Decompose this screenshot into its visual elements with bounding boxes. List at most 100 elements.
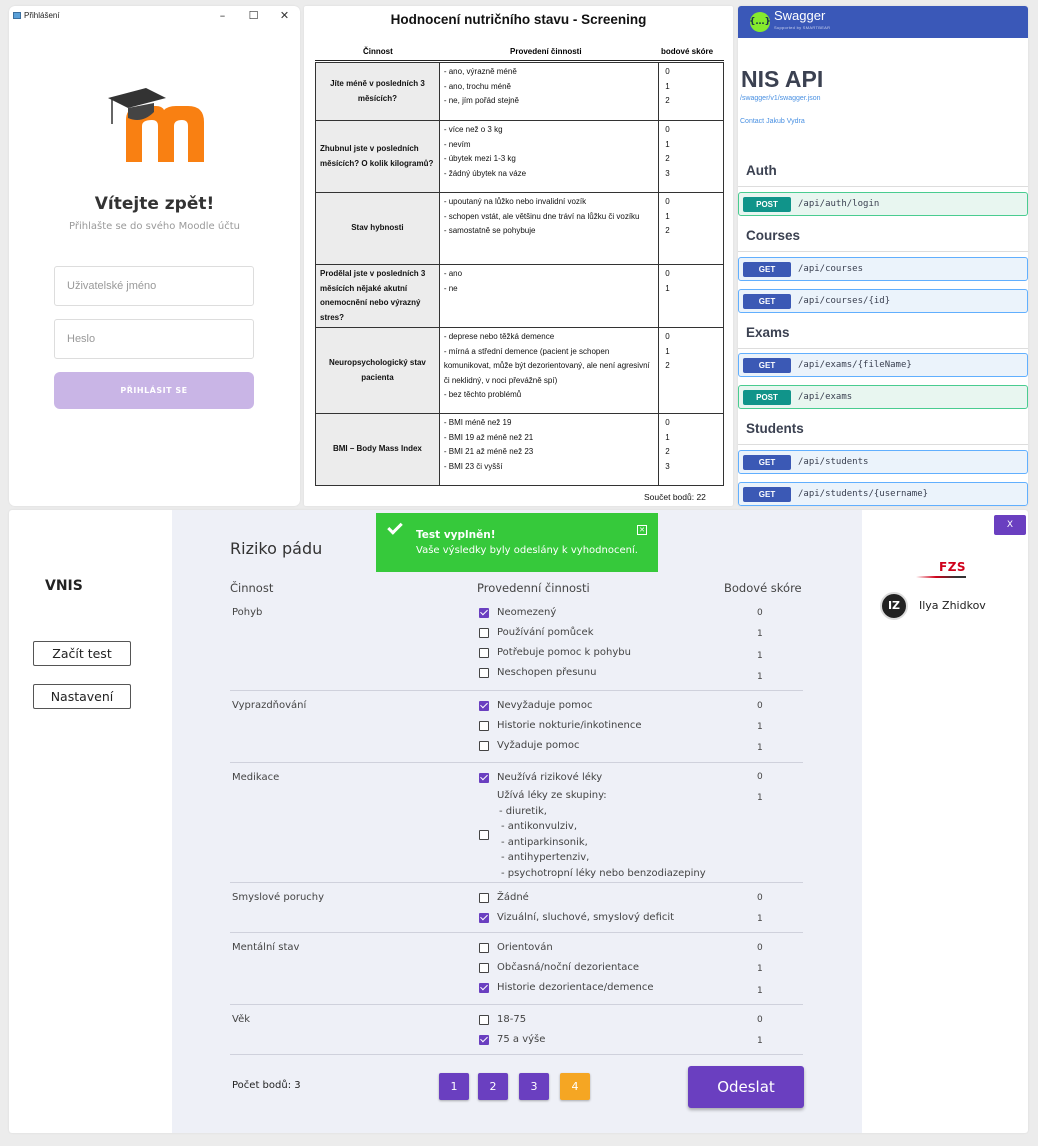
page-4-button[interactable]: 4 xyxy=(560,1073,590,1100)
endpoint-path: /api/courses/{id} xyxy=(798,296,891,306)
option-score: 1 xyxy=(757,651,763,661)
option-label: Neomezený xyxy=(497,607,557,618)
points-total: Počet bodů: 3 xyxy=(232,1080,301,1091)
login-subtitle: Přihlašte se do svého Moodle účtu xyxy=(69,221,240,232)
option-score: 0 xyxy=(757,943,763,953)
spec-link[interactable]: /swagger/v1/swagger.json xyxy=(740,95,821,102)
header-activity: Činnost xyxy=(363,47,393,56)
nutrition-scores: 0 1 2 3 xyxy=(658,120,724,193)
checkbox[interactable] xyxy=(479,942,489,953)
checkbox[interactable] xyxy=(479,772,489,783)
endpoint-row[interactable]: GET/api/students/{username} xyxy=(738,482,1028,506)
login-button[interactable]: PŘIHLÁSIT SE xyxy=(54,372,254,409)
maximize-button[interactable]: ☐ xyxy=(238,9,269,22)
checkbox[interactable] xyxy=(479,912,489,923)
nutrition-options: - deprese nebo těžká demence - mírná a st… xyxy=(438,327,660,414)
nutrition-row: Prodělal jste v posledních 3 měsících ně… xyxy=(315,264,724,328)
checkbox[interactable] xyxy=(479,982,489,993)
checkbox[interactable] xyxy=(479,962,489,973)
page-2-button[interactable]: 2 xyxy=(478,1073,508,1100)
start-test-button[interactable]: Začít test xyxy=(33,641,131,666)
checkbox[interactable] xyxy=(479,647,489,658)
option-row[interactable]: Nevyžaduje pomoc xyxy=(479,700,592,711)
nutrition-option: - ano xyxy=(443,269,463,278)
medication-group-item: - antikonvulziv, xyxy=(501,821,578,832)
nutrition-score: 2 xyxy=(665,447,670,456)
option-row[interactable]: Historie dezorientace/demence xyxy=(479,982,653,993)
option-row[interactable]: Vizuální, sluchové, smyslový deficit xyxy=(479,912,674,923)
page-3-button[interactable]: 3 xyxy=(519,1073,549,1100)
option-label: Orientován xyxy=(497,942,553,953)
nutrition-activity: Prodělal jste v posledních 3 měsících ně… xyxy=(315,264,440,328)
checkbox[interactable] xyxy=(479,667,489,678)
checkbox[interactable] xyxy=(479,740,489,751)
window-titlebar: Přihlášení – ☐ ✕ xyxy=(9,6,300,24)
settings-button[interactable]: Nastavení xyxy=(33,684,131,709)
page-1-button[interactable]: 1 xyxy=(439,1073,469,1100)
option-row[interactable]: Orientován xyxy=(479,942,553,953)
row-divider xyxy=(230,1004,803,1005)
option-row[interactable]: Potřebuje pomoc k pohybu xyxy=(479,647,631,658)
endpoint-row[interactable]: GET/api/courses xyxy=(738,257,1028,281)
endpoint-row[interactable]: POST/api/exams xyxy=(738,385,1028,409)
option-label: 18-75 xyxy=(497,1014,527,1025)
password-input[interactable]: Heslo xyxy=(54,319,254,359)
category-smysl: Smyslové poruchy xyxy=(232,892,325,903)
checkbox[interactable] xyxy=(479,830,489,840)
nutrition-scores: 01 xyxy=(658,264,724,328)
toast-close-icon[interactable]: ✕ xyxy=(637,525,647,535)
nutrition-table: Jíte méně v posledních 3 měsících? - ano,… xyxy=(315,62,724,486)
option-row[interactable]: 75 a výše xyxy=(479,1034,545,1045)
option-row[interactable]: Žádné xyxy=(479,892,529,903)
option-score: 1 xyxy=(757,914,763,924)
section-exams[interactable]: Exams xyxy=(746,325,790,340)
checkbox[interactable] xyxy=(479,700,489,711)
option-row[interactable]: Historie nokturie/inkotinence xyxy=(479,720,642,731)
option-row[interactable] xyxy=(479,830,497,840)
checkbox[interactable] xyxy=(479,720,489,731)
checkbox[interactable] xyxy=(479,1014,489,1025)
option-row[interactable]: Vyžaduje pomoc xyxy=(479,740,580,751)
nutrition-score: 0 xyxy=(665,67,670,76)
nutrition-activity: Neuropsychologický stav pacienta xyxy=(315,327,440,414)
option-row[interactable]: Neužívá rizikové léky xyxy=(479,772,602,783)
document-title: Hodnocení nutričního stavu - Screening xyxy=(390,12,647,27)
checkbox[interactable] xyxy=(479,627,489,638)
endpoint-row[interactable]: GET/api/courses/{id} xyxy=(738,289,1028,313)
column-execution: Provedenní činnosti xyxy=(477,581,590,595)
section-auth[interactable]: Auth xyxy=(746,163,777,178)
medication-group-item: - psychotropní léky nebo benzodiazepiny xyxy=(501,867,706,879)
close-button[interactable]: X xyxy=(994,515,1026,535)
avatar[interactable]: IZ xyxy=(880,592,908,620)
close-window-button[interactable]: ✕ xyxy=(269,9,300,22)
option-score: 1 xyxy=(757,793,763,803)
endpoint-row[interactable]: GET/api/exams/{fileName} xyxy=(738,353,1028,377)
nutrition-activity: Stav hybnosti xyxy=(315,192,440,265)
endpoint-row[interactable]: GET/api/students xyxy=(738,450,1028,474)
option-row[interactable]: Neomezený xyxy=(479,607,556,618)
option-row[interactable]: Používání pomůcek xyxy=(479,627,593,638)
section-students[interactable]: Students xyxy=(746,421,804,436)
section-courses[interactable]: Courses xyxy=(746,228,800,243)
option-row[interactable]: 18-75 xyxy=(479,1014,526,1025)
endpoint-row[interactable]: POST/api/auth/login xyxy=(738,192,1028,216)
nutrition-scores: 0 1 2 3 xyxy=(658,413,724,486)
nutrition-option: - ano, výrazně méně xyxy=(443,67,517,76)
swagger-logo-icon[interactable]: {…} xyxy=(749,12,771,32)
minimize-button[interactable]: – xyxy=(207,9,238,22)
option-row[interactable]: Neschopen přesunu xyxy=(479,667,596,678)
username-input[interactable]: Uživatelské jméno xyxy=(54,266,254,306)
nutrition-options: - upoutaný na lůžko nebo invalidní vozík… xyxy=(438,192,660,265)
checkbox[interactable] xyxy=(479,892,489,903)
nutrition-score: 3 xyxy=(665,461,670,471)
nutrition-option: - bez těchto problémů xyxy=(443,390,522,399)
nutrition-options: - ano - ne xyxy=(438,264,660,328)
nutrition-score: 1 xyxy=(665,346,670,356)
checkbox[interactable] xyxy=(479,1034,489,1045)
checkbox[interactable] xyxy=(479,607,489,618)
nutrition-score: 0 xyxy=(665,269,670,278)
submit-button[interactable]: Odeslat xyxy=(688,1066,804,1108)
medication-group-item: - antiparkinsonik, xyxy=(501,836,588,848)
option-row[interactable]: Občasná/noční dezorientace xyxy=(479,962,639,973)
contact-link[interactable]: Contact Jakub Vydra xyxy=(740,118,805,125)
